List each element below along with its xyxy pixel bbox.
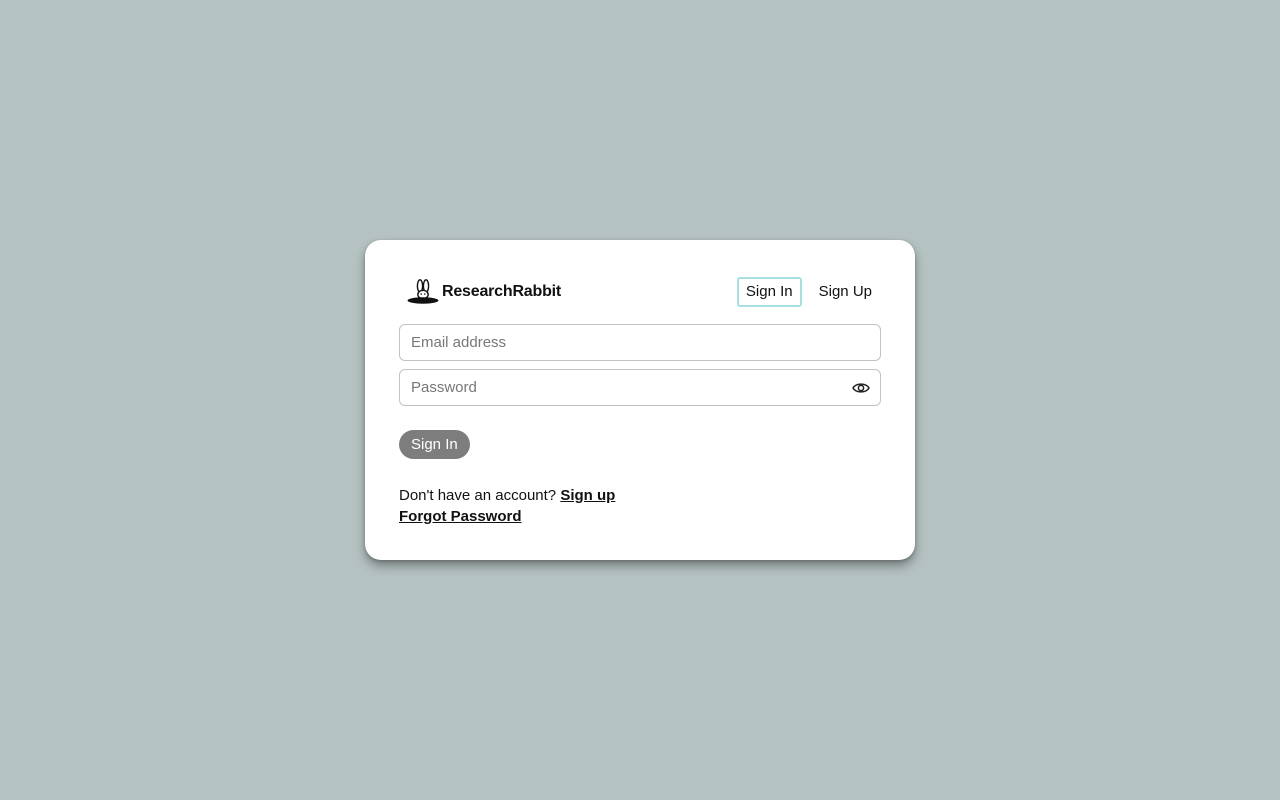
password-field[interactable] [399,369,881,406]
password-field-wrapper [399,369,881,406]
auth-tabs: Sign In Sign Up [736,277,881,307]
email-field-wrapper [399,324,881,361]
rabbit-in-hat-icon [406,279,440,305]
tab-sign-up[interactable]: Sign Up [809,277,881,307]
footer-links: Don't have an account? Sign up Forgot Pa… [399,485,881,527]
signup-prompt: Don't have an account? Sign up [399,485,881,506]
brand-name: ResearchRabbit [442,283,562,300]
sign-in-button[interactable]: Sign In [399,430,470,459]
tab-sign-in[interactable]: Sign In [736,277,802,307]
eye-icon[interactable] [851,378,871,398]
forgot-password-link[interactable]: Forgot Password [399,506,881,527]
brand: ResearchRabbit [399,279,561,305]
card-header: ResearchRabbit Sign In Sign Up [399,276,881,308]
email-field[interactable] [399,324,881,361]
sign-up-link[interactable]: Sign up [560,487,615,504]
no-account-text: Don't have an account? [399,487,557,504]
sign-in-card: ResearchRabbit Sign In Sign Up Sign In D… [365,240,915,560]
